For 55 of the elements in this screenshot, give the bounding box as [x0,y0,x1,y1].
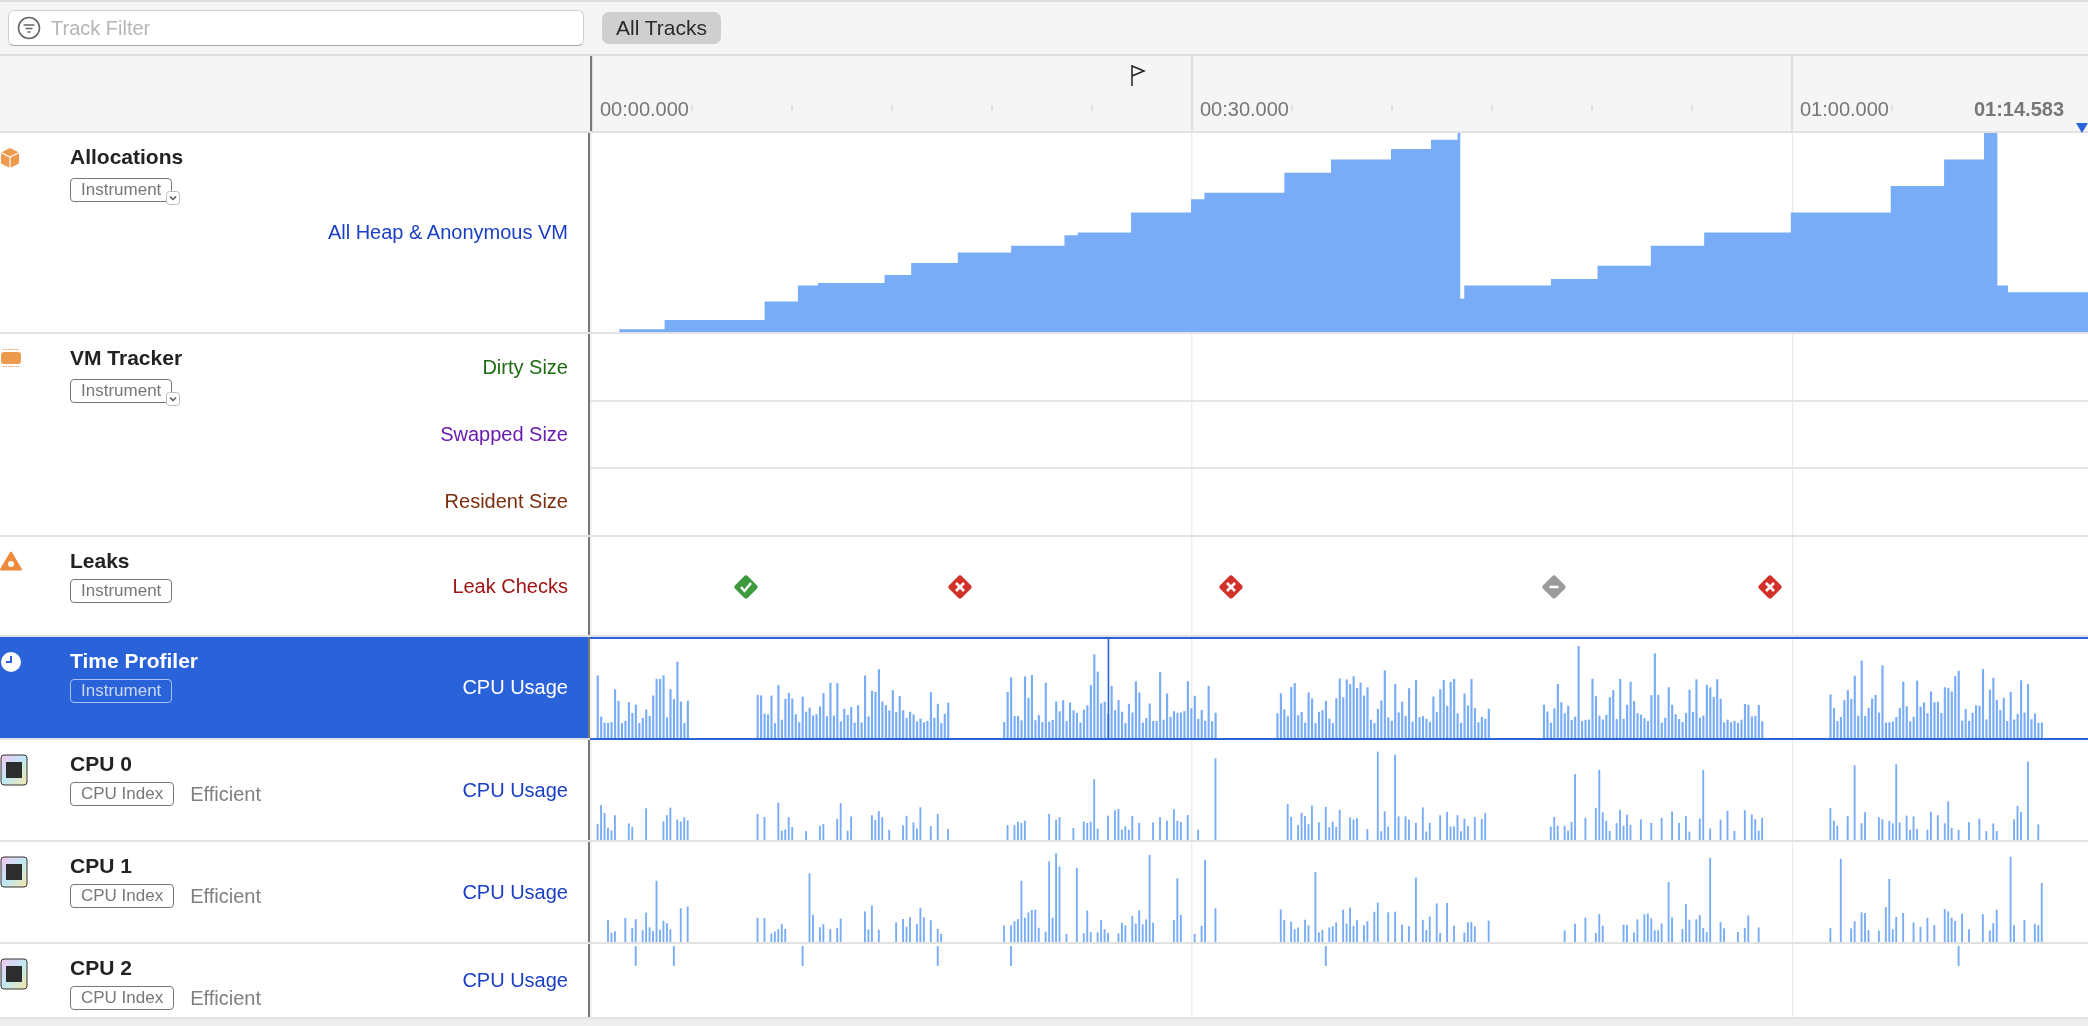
core-type-label: Efficient [190,782,261,806]
cpu-usage-bar [1324,946,1327,966]
chevron-down-icon[interactable] [166,392,181,406]
cpu-usage-bar [634,946,637,966]
search-input[interactable]: Track Filter [49,15,575,41]
lane-label: Leak Checks [452,574,568,598]
track-name: VM Tracker [70,346,183,370]
lane-label: Dirty Size [482,356,568,379]
lane-label: Resident Size [444,490,568,513]
lane-label: CPU Usage [462,969,568,992]
cpu-core-icon [0,856,28,888]
search-field[interactable]: Track Filter [8,10,584,46]
cpu-usage-bar [801,946,804,966]
track-name: CPU 0 [70,752,133,776]
track-header[interactable]: Leaks Instrument Leak Checks [0,537,590,635]
time-label: 00:00.000 [600,98,689,121]
cpu-usage-bar [672,946,675,966]
clock-icon [0,651,22,673]
core-type-label: Efficient [190,986,261,1010]
track-type-tag: CPU Index [70,986,175,1010]
lane-label: CPU Usage [462,880,568,904]
lane-label: All Heap & Anonymous VM [327,221,568,244]
track-header[interactable]: CPU 2 CPU Index Efficient CPU Usage [0,944,590,1017]
end-time-label: 01:14.583 [1973,98,2064,121]
filter-icon [17,16,41,40]
cube-icon [0,147,20,169]
track-type-tag: Instrument [70,679,173,703]
track-name: Time Profiler [70,649,198,673]
core-type-label: Efficient [190,884,261,908]
warning-triangle-icon [0,551,22,571]
lane-label: Swapped Size [440,423,568,446]
time-label: 00:30.000 [1200,98,1289,121]
track-type-tag: CPU Index [70,782,175,806]
lane-label: CPU Usage [462,778,568,802]
cpu-core-icon [0,754,28,786]
track-name: Allocations [70,145,184,169]
flag-icon[interactable] [1130,64,1146,86]
track-header[interactable]: Time Profiler Instrument CPU Usage [0,637,590,738]
cpu-usage-bar [1957,946,1960,966]
lane-label: CPU Usage [462,676,568,699]
time-label: 01:00.000 [1800,98,1889,121]
track-type-tag: CPU Index [70,884,175,908]
cpu-core-icon [0,958,28,990]
track-header[interactable]: Allocations Instrument All Heap & Anonymous VM [0,133,590,332]
track-name: CPU 1 [70,854,133,878]
track-header[interactable]: CPU 1 CPU Index Efficient CPU Usage [0,842,590,942]
track-header[interactable]: VM Tracker Instrument Dirty Size Swapped Size Resident Size [0,334,590,535]
all-tracks-button[interactable]: All Tracks [602,12,721,44]
cpu-usage-bar [936,946,939,966]
memory-chip-icon [0,348,22,368]
track-type-tag: Instrument [70,579,173,603]
chevron-down-icon[interactable] [166,191,181,205]
track-header[interactable]: CPU 0 CPU Index Efficient CPU Usage [0,740,590,840]
track-name: CPU 2 [70,956,133,980]
track-name: Leaks [70,549,131,573]
